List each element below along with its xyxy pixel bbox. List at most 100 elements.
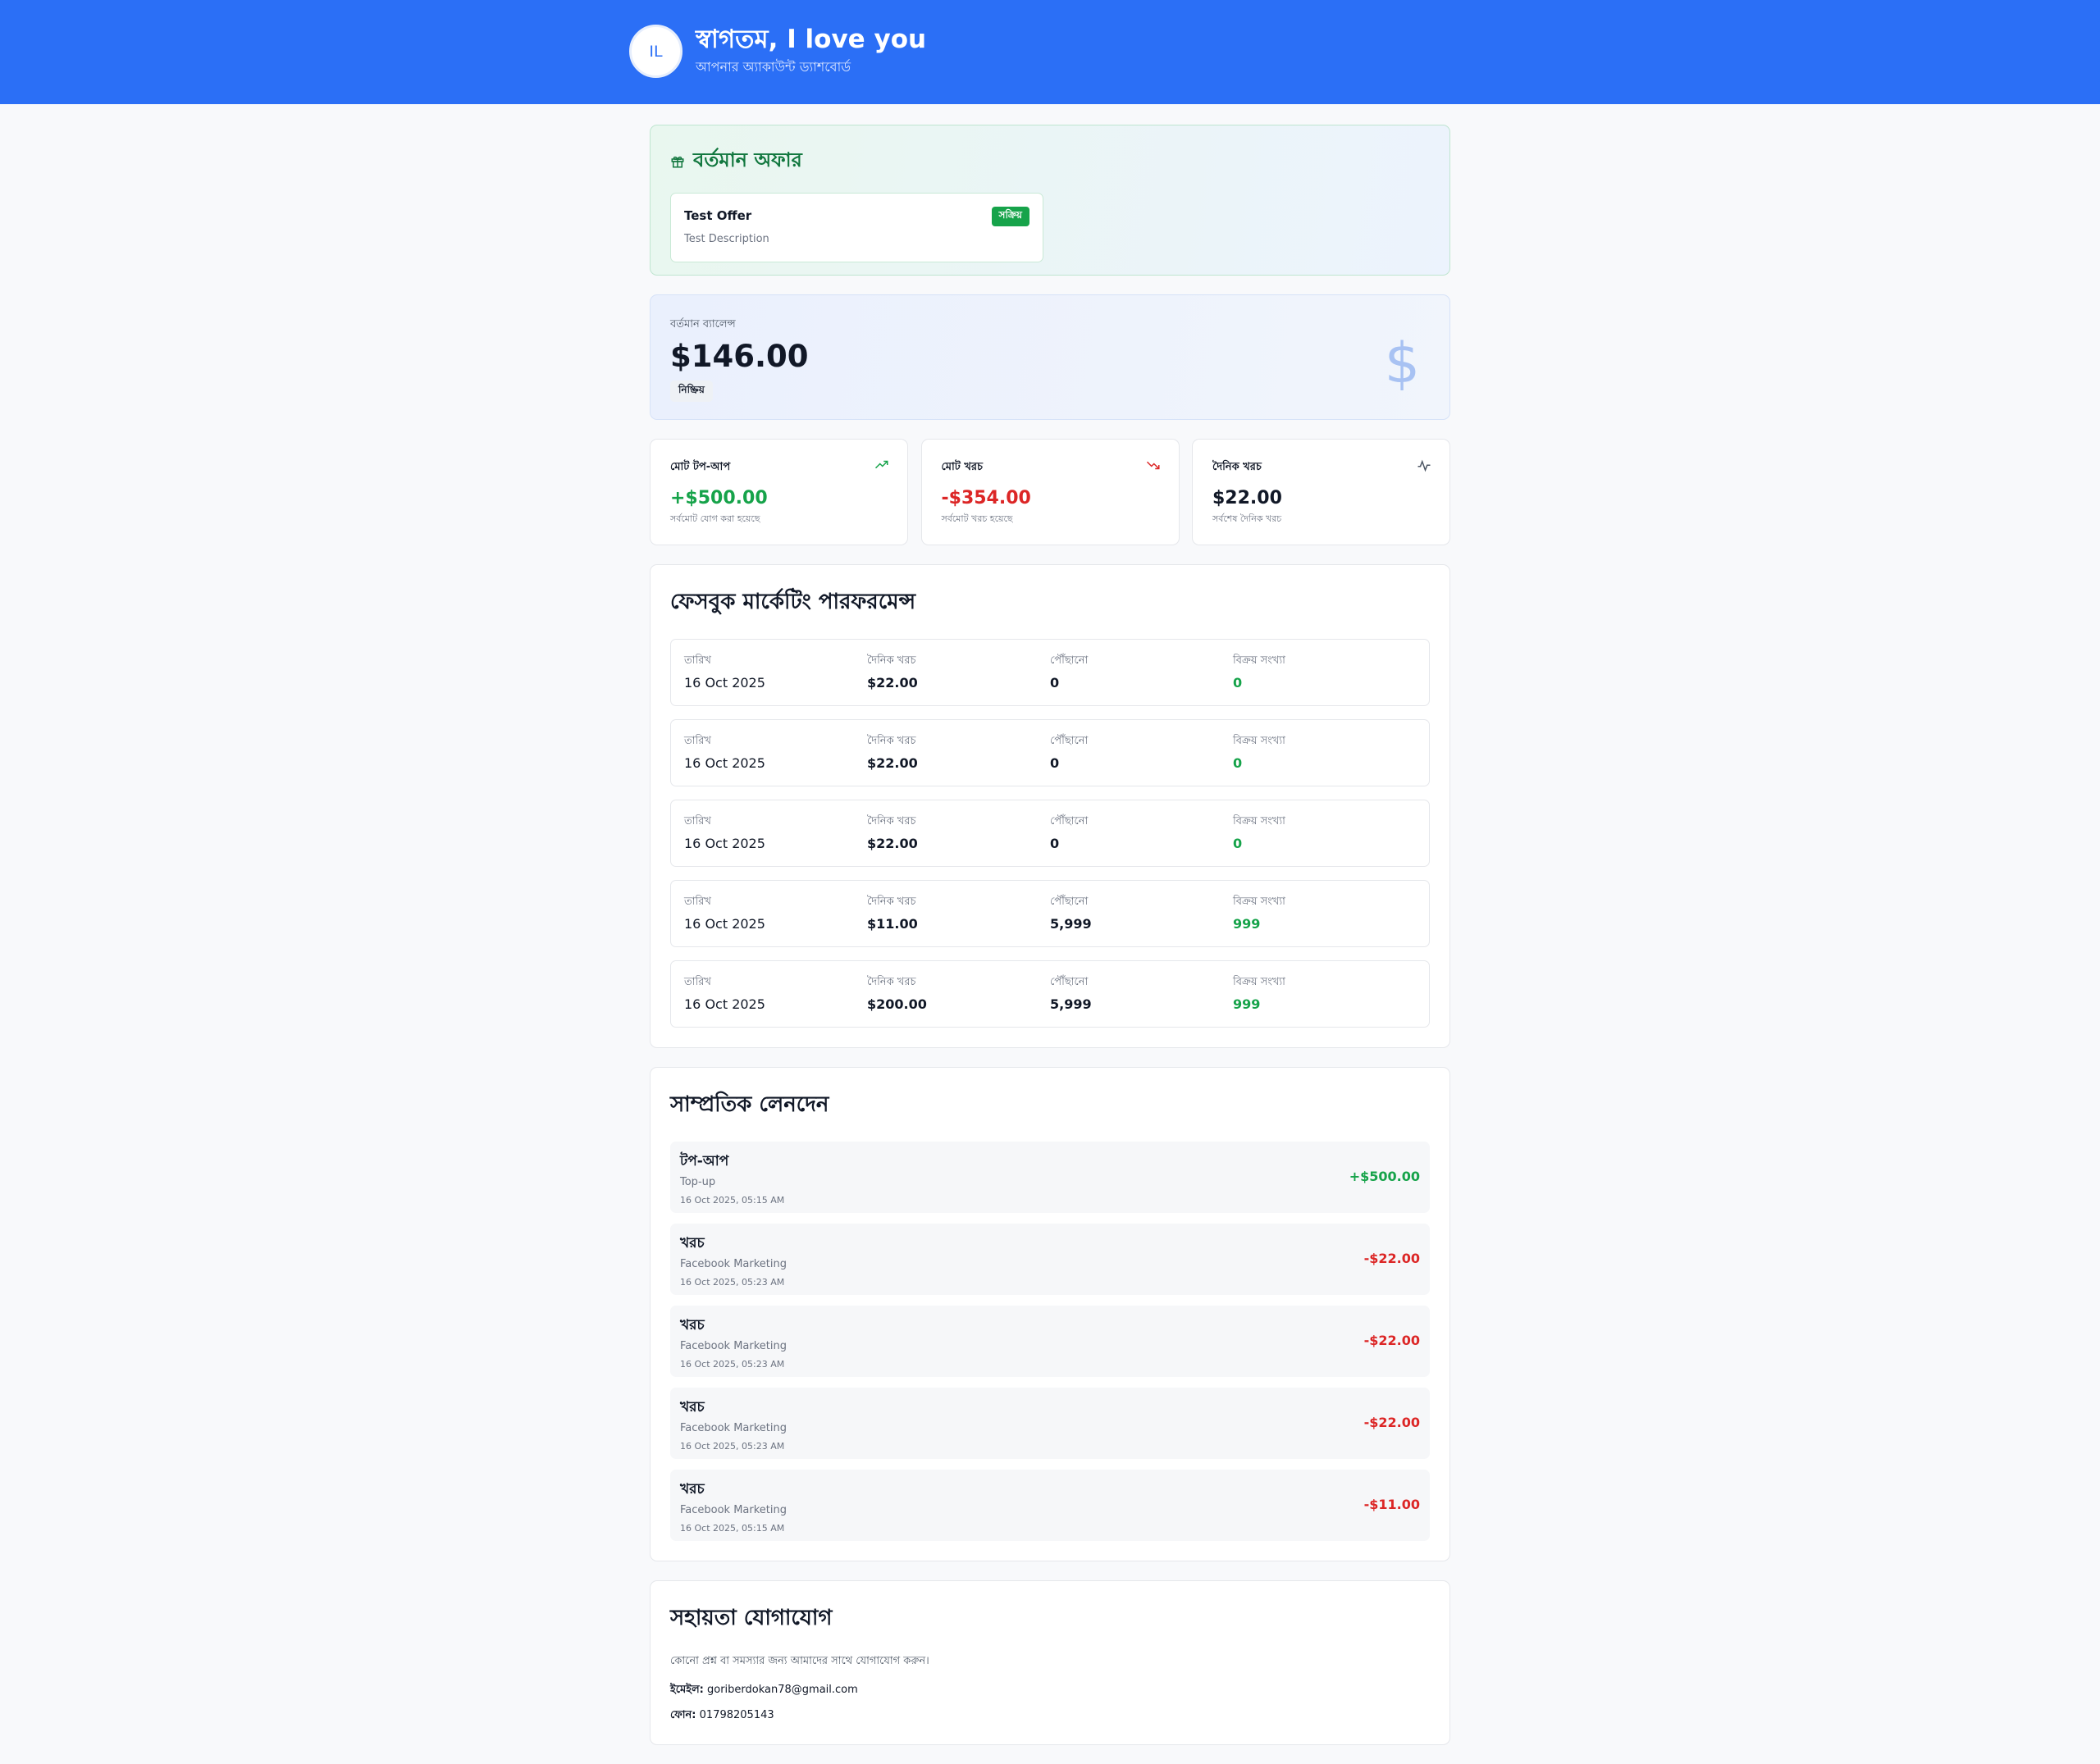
daily-cost-value: $22.00 — [867, 755, 918, 771]
daily-cost-value: $200.00 — [867, 996, 927, 1012]
sales-value: 0 — [1233, 836, 1243, 851]
page-subtitle: আপনার অ্যাকাউন্ট ড্যাশবোর্ড — [696, 59, 851, 75]
support-email[interactable]: goriberdokan78@gmail.com — [707, 1684, 858, 1696]
support-card: সহায়তা যোগাযোগ কোনো প্রশ্ন বা সমস্যার জ… — [650, 1580, 1450, 1745]
dollar-icon: $ — [1384, 331, 1420, 396]
transaction-description: Facebook Marketing — [680, 1504, 788, 1516]
transaction-time: 16 Oct 2025, 05:23 AM — [680, 1359, 785, 1370]
daily-cost-label: দৈনিক খরচ — [867, 896, 916, 908]
transaction-time: 16 Oct 2025, 05:15 AM — [680, 1523, 785, 1534]
performance-row: তারিখ 16 Oct 2025 দৈনিক খরচ $11.00 পৌঁছানো… — [670, 880, 1430, 947]
transaction-time: 16 Oct 2025, 05:15 AM — [680, 1195, 785, 1206]
transaction-description: Facebook Marketing — [680, 1340, 788, 1352]
performance-row: তারিখ 16 Oct 2025 দৈনিক খরচ $22.00 পৌঁছানো… — [670, 800, 1430, 867]
transaction-time: 16 Oct 2025, 05:23 AM — [680, 1441, 785, 1452]
date-value: 16 Oct 2025 — [684, 996, 765, 1012]
date-value: 16 Oct 2025 — [684, 755, 765, 771]
transaction-item: টপ-আপ Top-up 16 Oct 2025, 05:15 AM +$500… — [670, 1142, 1430, 1213]
transaction-description: Top-up — [680, 1176, 716, 1188]
date-label: তারিখ — [684, 735, 711, 747]
transaction-amount: -$11.00 — [1363, 1497, 1420, 1512]
transaction-type: খরচ — [680, 1235, 705, 1251]
trending-up-icon — [874, 460, 888, 469]
reach-value: 0 — [1050, 675, 1060, 691]
performance-row: তারিখ 16 Oct 2025 দৈনিক খরচ $22.00 পৌঁছানো… — [670, 719, 1430, 786]
transaction-description: Facebook Marketing — [680, 1258, 788, 1270]
page-title: স্বাগতম, I love you — [696, 25, 927, 54]
performance-title: ফেসবুক মার্কেটিং পারফরমেন্স — [670, 590, 916, 614]
stat-value: $22.00 — [1212, 488, 1282, 508]
date-value: 16 Oct 2025 — [684, 916, 765, 932]
header-text: স্বাগতম, I love you আপনার অ্যাকাউন্ট ড্য… — [696, 24, 926, 79]
reach-value: 0 — [1050, 755, 1060, 771]
offer-description: Test Description — [684, 233, 769, 245]
stat-value: -$354.00 — [941, 488, 1031, 508]
stat-note: সর্বমোট যোগ করা হয়েছে — [670, 513, 760, 524]
stat-label: মোট খরচ — [941, 461, 984, 473]
transaction-item: খরচ Facebook Marketing 16 Oct 2025, 05:2… — [670, 1388, 1430, 1459]
reach-label: পৌঁছানো — [1050, 976, 1089, 988]
stat-note: সর্বশেষ দৈনিক খরচ — [1212, 513, 1282, 524]
daily-cost-label: দৈনিক খরচ — [867, 815, 916, 827]
balance-label: বর্তমান ব্যালেন্স — [670, 318, 736, 330]
transaction-description: Facebook Marketing — [680, 1422, 788, 1434]
date-label: তারিখ — [684, 976, 711, 988]
date-label: তারিখ — [684, 896, 711, 908]
daily-cost-value: $22.00 — [867, 836, 918, 851]
sales-value: 999 — [1233, 996, 1261, 1012]
support-phone[interactable]: 01798205143 — [700, 1709, 774, 1721]
email-label: ইমেইল: — [670, 1684, 704, 1696]
daily-cost-value: $11.00 — [867, 916, 918, 932]
phone-label: ফোন: — [670, 1709, 696, 1721]
stats-row: মোট টপ-আপ +$500.00 সর্বমোট যোগ করা হয়েছ… — [650, 439, 1450, 545]
transaction-amount: -$22.00 — [1363, 1333, 1420, 1348]
sales-value: 0 — [1233, 755, 1243, 771]
trending-down-icon — [1146, 461, 1159, 470]
main-content: বর্তমান অফার Test Offer Test Description… — [650, 125, 1450, 1764]
stat-card-topup: মোট টপ-আপ +$500.00 সর্বমোট যোগ করা হয়েছ… — [650, 439, 908, 545]
daily-cost-value: $22.00 — [867, 675, 918, 691]
transaction-item: খরচ Facebook Marketing 16 Oct 2025, 05:1… — [670, 1470, 1430, 1541]
balance-status-badge: নিষ্ক্রিয় — [670, 381, 713, 402]
stat-note: সর্বমোট খরচ হয়েছে — [941, 513, 1013, 524]
transaction-type: খরচ — [680, 1481, 705, 1497]
offers-heading: বর্তমান অফার — [670, 145, 1430, 178]
sales-label: বিক্রয় সংখ্যা — [1233, 815, 1285, 827]
activity-icon — [1418, 459, 1431, 472]
offers-card: বর্তমান অফার Test Offer Test Description… — [650, 125, 1450, 276]
transactions-card: সাম্প্রতিক লেনদেন টপ-আপ Top-up 16 Oct 20… — [650, 1067, 1450, 1561]
header-content: IL স্বাগতম, I love you আপনার অ্যাকাউন্ট … — [629, 24, 926, 79]
transaction-item: খরচ Facebook Marketing 16 Oct 2025, 05:2… — [670, 1224, 1430, 1295]
support-email-row: ইমেইল: goriberdokan78@gmail.com — [670, 1682, 1430, 1699]
support-title: সহায়তা যোগাযোগ — [670, 1606, 833, 1630]
header-bar: IL স্বাগতম, I love you আপনার অ্যাকাউন্ট … — [0, 0, 2100, 104]
daily-cost-label: দৈনিক খরচ — [867, 976, 916, 988]
transaction-type: খরচ — [680, 1317, 705, 1333]
transaction-time: 16 Oct 2025, 05:23 AM — [680, 1277, 785, 1288]
reach-value: 5,999 — [1050, 916, 1092, 932]
daily-cost-label: দৈনিক খরচ — [867, 735, 916, 747]
date-label: তারিখ — [684, 815, 711, 827]
offers-title: বর্তমান অফার — [693, 148, 802, 171]
offer-name: Test Offer — [684, 208, 752, 223]
date-value: 16 Oct 2025 — [684, 836, 765, 851]
reach-label: পৌঁছানো — [1050, 815, 1089, 827]
offer-item[interactable]: Test Offer Test Description সক্রিয় — [670, 193, 1043, 262]
performance-row: তারিখ 16 Oct 2025 দৈনিক খরচ $22.00 পৌঁছানো… — [670, 639, 1430, 706]
avatar: IL — [629, 25, 682, 78]
reach-label: পৌঁছানো — [1050, 896, 1089, 908]
gift-icon — [671, 156, 684, 168]
balance-amount: $146.00 — [670, 339, 809, 374]
performance-row: তারিখ 16 Oct 2025 দৈনিক খরচ $200.00 পৌঁছান… — [670, 960, 1430, 1028]
support-phone-row: ফোন: 01798205143 — [670, 1707, 1430, 1725]
reach-value: 0 — [1050, 836, 1060, 851]
reach-label: পৌঁছানো — [1050, 735, 1089, 747]
performance-card: ফেসবুক মার্কেটিং পারফরমেন্স তারিখ 16 Oct … — [650, 564, 1450, 1048]
stat-card-expense: মোট খরচ -$354.00 সর্বমোট খরচ হয়েছে — [920, 439, 1180, 545]
balance-card: বর্তমান ব্যালেন্স $146.00 নিষ্ক্রিয় $ — [650, 294, 1450, 420]
stat-label: দৈনিক খরচ — [1212, 461, 1262, 473]
sales-label: বিক্রয় সংখ্যা — [1233, 976, 1285, 988]
transaction-type: টপ-আপ — [680, 1153, 729, 1169]
stat-label: মোট টপ-আপ — [670, 461, 731, 473]
reach-value: 5,999 — [1050, 996, 1092, 1012]
